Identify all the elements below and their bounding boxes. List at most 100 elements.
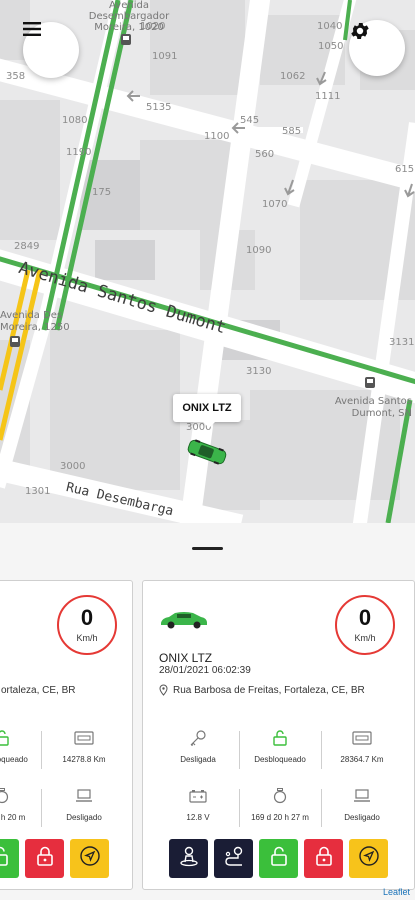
vehicle-bottom-sheet[interactable]: 0 Km/h ortaleza, CE, BR Desbloqueado 142… <box>0 523 415 900</box>
map-number-label: 2849 <box>14 241 40 252</box>
navigation-icon <box>358 845 380 872</box>
lock-icon <box>36 846 54 871</box>
route-icon <box>223 845 245 872</box>
stat-battery: 12.8 V <box>165 789 231 822</box>
vehicle-popup-label[interactable]: ONIX LTZ <box>173 394 241 428</box>
battery-icon <box>189 789 207 808</box>
stat-label: 9d 20 h 20 m <box>0 813 26 822</box>
stop-label-line: Dumont, SN <box>351 408 412 419</box>
lock-button[interactable] <box>304 839 343 878</box>
divider <box>321 731 322 769</box>
stat-uptime: 9d 20 h 20 m <box>0 787 35 822</box>
stop-label: Avenida Santos Dumont, SN <box>322 396 412 420</box>
vehicle-address: Rua Barbosa de Freitas, Fortaleza, CE, B… <box>173 685 365 696</box>
vehicle-card[interactable]: 0 Km/h ortaleza, CE, BR Desbloqueado 142… <box>0 580 133 890</box>
person-pin-icon <box>178 845 200 872</box>
menu-button[interactable] <box>23 22 79 78</box>
divider <box>239 731 240 769</box>
stop-label-line: Avenida Des <box>0 310 63 321</box>
stat-ignition: Desligado <box>51 788 117 822</box>
stop-label: Avenida Des Moreira, 1250 <box>0 310 70 334</box>
map-number-label: 545 <box>240 115 260 126</box>
car-icon <box>159 611 209 634</box>
map-number-label: 1040 <box>317 21 343 32</box>
vehicle-name: ONIX LTZ <box>159 651 213 665</box>
unlock-icon <box>0 729 9 751</box>
driver-button[interactable] <box>169 839 208 878</box>
location-pin-icon <box>159 683 168 701</box>
speed-indicator: 0 Km/h <box>57 595 117 655</box>
stat-label: 12.8 V <box>186 813 210 822</box>
stat-label: 169 d 20 h 27 m <box>251 813 309 822</box>
map-number-label: 3000 <box>60 461 86 472</box>
stat-label: Desligado <box>344 813 380 822</box>
stat-odometer: 28364.7 Km <box>329 730 395 764</box>
laptop-icon <box>353 788 371 808</box>
unlock-button[interactable] <box>0 839 19 878</box>
map-number-label: 358 <box>6 71 26 82</box>
stop-label-line: Moreira, 1250 <box>0 322 70 333</box>
stat-label: 14278.8 Km <box>62 755 106 764</box>
map-view[interactable]: 1020 1040 1050 1091 1062 1111 358 1080 5… <box>0 0 415 523</box>
lock-icon <box>315 846 333 871</box>
unlock-icon <box>0 846 9 871</box>
stat-label: Desbloqueado <box>254 755 306 764</box>
stop-label: Avenida Desembargador Moreira, 1020 <box>84 0 174 33</box>
stop-label-line: Avenida Santos <box>334 396 412 407</box>
stop-label-line: Moreira, 1020 <box>94 22 164 33</box>
speed-value: 0 <box>80 605 94 630</box>
stat-label: Desbloqueado <box>0 755 28 764</box>
stat-ignition-key: Desligada <box>165 729 231 764</box>
unlock-button[interactable] <box>259 839 298 878</box>
speed-unit: Km/h <box>76 633 98 643</box>
map-number-label: 615 <box>395 164 415 175</box>
map-number-label: 1100 <box>204 131 230 142</box>
speed-indicator: 0 Km/h <box>335 595 395 655</box>
vehicle-address: ortaleza, CE, BR <box>1 685 76 696</box>
navigate-button[interactable] <box>70 839 109 878</box>
map-number-label: 175 <box>92 187 112 198</box>
navigate-button[interactable] <box>349 839 388 878</box>
drag-handle[interactable] <box>192 547 223 550</box>
map-number-label: 585 <box>282 126 302 137</box>
laptop-icon <box>75 788 93 808</box>
divider <box>41 731 42 769</box>
map-number-label: 1111 <box>315 91 341 102</box>
vehicle-datetime: 28/01/2021 06:02:39 <box>159 665 251 676</box>
speed-unit: Km/h <box>354 633 376 643</box>
clock-icon <box>0 787 9 809</box>
stat-label: Desligada <box>180 755 216 764</box>
key-icon <box>189 729 207 752</box>
map-attribution-link[interactable]: Leaflet <box>383 887 410 897</box>
vehicle-card[interactable]: 0 Km/h ONIX LTZ 28/01/2021 06:02:39 Rua … <box>142 580 415 890</box>
stat-label: 28364.7 Km <box>340 755 384 764</box>
stat-status: Desligado <box>329 788 395 822</box>
settings-button[interactable] <box>349 20 405 76</box>
map-number-label: 1080 <box>62 115 88 126</box>
map-number-label: 1301 <box>25 486 51 497</box>
stop-label-line: Desembargador <box>88 11 170 22</box>
map-number-label: 5135 <box>146 102 172 113</box>
stat-lock: Desbloqueado <box>247 729 313 764</box>
map-number-label: 560 <box>255 149 275 160</box>
map-number-label: 1070 <box>262 199 288 210</box>
app-root: 1020 1040 1050 1091 1062 1111 358 1080 5… <box>0 0 415 900</box>
navigation-icon <box>79 845 101 872</box>
unlock-icon <box>270 846 288 871</box>
stat-odometer: 14278.8 Km <box>51 730 117 764</box>
map-number-label: 1062 <box>280 71 306 82</box>
map-number-label: 3130 <box>246 366 272 377</box>
stat-label: Desligado <box>66 813 102 822</box>
map-number-label: 1090 <box>246 245 272 256</box>
lock-button[interactable] <box>25 839 64 878</box>
map-number-label: 1190 <box>66 147 92 158</box>
stat-uptime: 169 d 20 h 27 m <box>247 787 313 822</box>
route-button[interactable] <box>214 839 253 878</box>
map-number-label: 1091 <box>152 51 178 62</box>
speed-value: 0 <box>358 605 372 630</box>
divider <box>239 789 240 827</box>
stop-label-line: Avenida <box>109 0 149 11</box>
stat-lock: Desbloqueado <box>0 729 35 764</box>
divider <box>41 789 42 827</box>
map-canvas[interactable] <box>0 0 415 523</box>
